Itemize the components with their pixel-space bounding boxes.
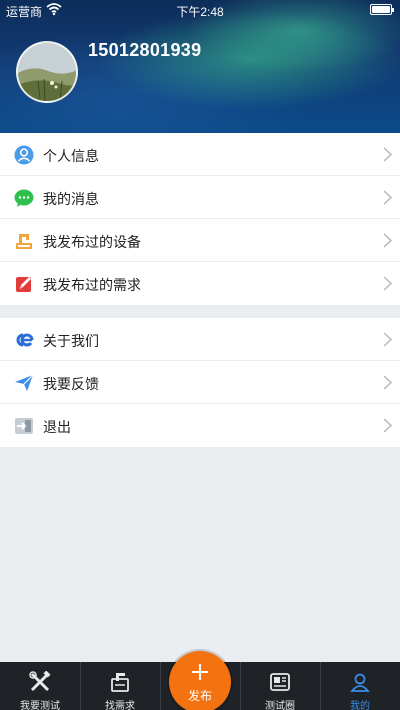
menu-item-label: 我发布过的需求 <box>43 277 141 293</box>
menu-group-app: 关于我们 我要反馈 退出 <box>0 318 400 447</box>
menu-item-my-devices[interactable]: 我发布过的设备 <box>0 219 400 262</box>
menu-item-label: 关于我们 <box>43 333 99 349</box>
tab-label: 我要测试 <box>20 701 60 710</box>
chevron-right-icon <box>383 418 392 433</box>
menu-item-label: 我的消息 <box>43 191 99 207</box>
chevron-right-icon <box>383 375 392 390</box>
battery-icon <box>370 4 394 15</box>
menu-item-my-requests[interactable]: 我发布过的需求 <box>0 262 400 305</box>
person-icon <box>14 145 34 165</box>
tab-label: 我的 <box>350 701 370 710</box>
tab-test[interactable]: 我要测试 <box>0 662 80 710</box>
news-icon <box>270 673 290 691</box>
menu-item-label: 我发布过的设备 <box>43 234 141 250</box>
publish-button[interactable]: 发布 <box>169 651 231 710</box>
tools-icon <box>29 671 51 692</box>
profile-header: 运营商 下午2:48 15012801939 <box>0 0 400 133</box>
document-icon <box>111 673 129 692</box>
logout-icon <box>15 418 33 434</box>
publish-label: 发布 <box>187 689 212 703</box>
avatar-photo <box>18 43 76 101</box>
avatar[interactable] <box>16 41 78 103</box>
chevron-right-icon <box>383 190 392 205</box>
device-icon <box>16 234 32 249</box>
chevron-right-icon <box>383 147 392 162</box>
chevron-right-icon <box>383 233 392 248</box>
paper-plane-icon <box>15 374 34 391</box>
chevron-right-icon <box>383 276 392 291</box>
user-icon <box>350 673 370 692</box>
menu-item-messages[interactable]: 我的消息 <box>0 176 400 219</box>
menu-item-personal-info[interactable]: 个人信息 <box>0 133 400 176</box>
link-logo-icon <box>16 333 34 347</box>
menu-group-account: 个人信息 我的消息 我发布过的设备 我发布过的需求 <box>0 133 400 305</box>
username: 15012801939 <box>88 40 202 60</box>
menu-item-feedback[interactable]: 我要反馈 <box>0 361 400 404</box>
menu-item-label: 我要反馈 <box>43 376 99 392</box>
menu-item-about-us[interactable]: 关于我们 <box>0 318 400 361</box>
chat-bubble-icon <box>14 189 34 207</box>
status-bar: 运营商 下午2:48 <box>0 0 400 20</box>
tab-mine[interactable]: 我的 <box>320 662 400 710</box>
status-time: 下午2:48 <box>176 5 224 19</box>
tab-label: 找需求 <box>105 701 135 710</box>
edit-note-icon <box>16 277 31 292</box>
plus-icon <box>192 664 208 680</box>
menu-item-logout[interactable]: 退出 <box>0 404 400 447</box>
menu-item-label: 退出 <box>43 419 71 435</box>
menu-item-label: 个人信息 <box>43 148 99 164</box>
tab-test-circle[interactable]: 测试圈 <box>240 662 320 710</box>
chevron-right-icon <box>383 332 392 347</box>
tab-find-requests[interactable]: 找需求 <box>80 662 160 710</box>
tab-label: 测试圈 <box>265 701 295 710</box>
